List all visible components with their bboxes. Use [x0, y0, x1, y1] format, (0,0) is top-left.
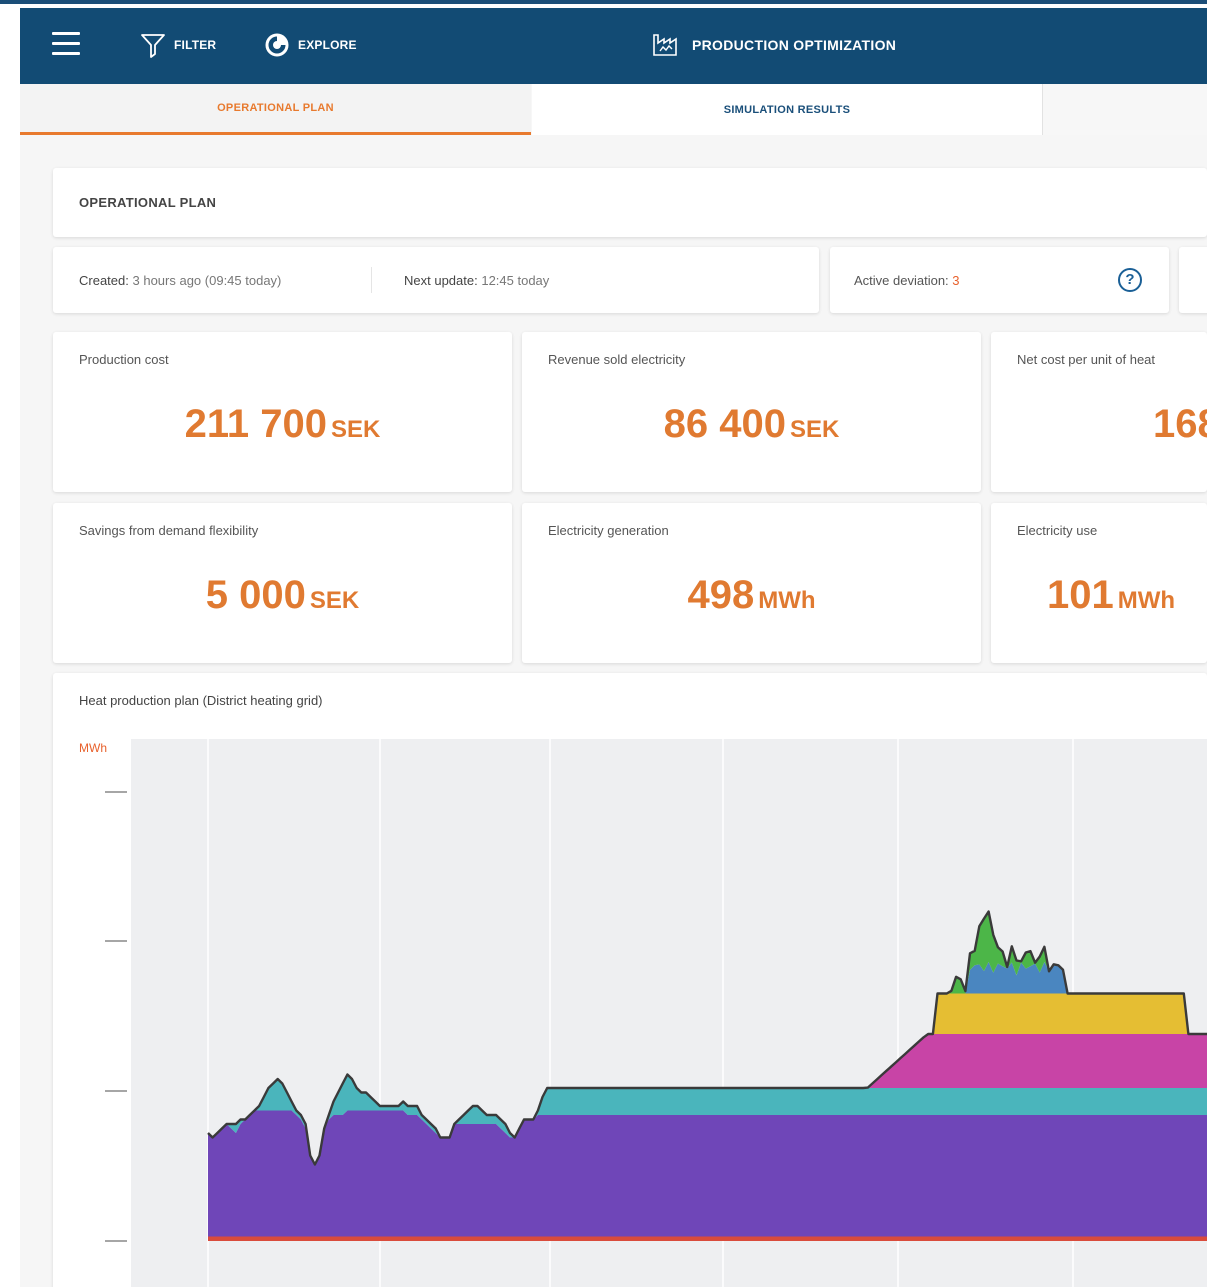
extra-info-card	[1179, 247, 1207, 313]
app-header: FILTER EXPLORE PRODUCTION OPTIMIZATION	[20, 8, 1207, 84]
kpi-unit: SEK	[331, 416, 381, 443]
deviation-card: Active deviation: 3 ?	[830, 247, 1169, 313]
created-value: 3 hours ago (09:45 today)	[132, 273, 282, 288]
kpi-value: 5 000 SEK	[53, 573, 512, 618]
created-info: Created: 3 hours ago (09:45 today)	[79, 273, 281, 288]
explore-icon	[265, 33, 289, 57]
tab-bar: OPERATIONAL PLAN SIMULATION RESULTS	[20, 84, 1207, 135]
tab-label: SIMULATION RESULTS	[723, 103, 851, 116]
kpi-unit: SEK	[309, 587, 360, 614]
kpi-unit: MWh	[1117, 587, 1176, 614]
kpi-card-savings: Savings from demand flexibility 5 000 SEK	[53, 503, 512, 663]
kpi-value: 168	[1153, 402, 1207, 446]
explore-label: EXPLORE	[298, 38, 357, 52]
section-header-card: OPERATIONAL PLAN	[53, 168, 1207, 237]
deviation-value[interactable]: 3	[952, 273, 959, 288]
plan-info-card: Created: 3 hours ago (09:45 today) Next …	[53, 247, 819, 313]
kpi-unit: MWh	[758, 587, 816, 614]
tab-label: OPERATIONAL PLAN	[217, 102, 334, 114]
kpi-label: Production cost	[79, 352, 169, 367]
kpi-card-production-cost: Production cost 211 700 SEK	[53, 332, 512, 492]
kpi-number: 86 400	[663, 402, 786, 446]
kpi-value: 101 MWh	[1047, 573, 1175, 618]
factory-icon	[653, 34, 677, 56]
heat-production-chart-card: Heat production plan (District heating g…	[53, 673, 1207, 1287]
app-window: FILTER EXPLORE PRODUCTION OPTIMIZATION O…	[0, 0, 1207, 1287]
kpi-label: Savings from demand flexibility	[79, 523, 259, 538]
kpi-label: Electricity use	[1017, 523, 1098, 538]
kpi-number: 101	[1047, 573, 1114, 617]
app-title: PRODUCTION OPTIMIZATION	[652, 33, 896, 57]
filter-icon	[141, 34, 165, 58]
created-label: Created:	[79, 273, 129, 288]
next-update-value: 12:45 today	[481, 273, 550, 288]
info-divider	[371, 267, 372, 293]
top-border	[0, 0, 1207, 4]
tab-simulation-results[interactable]: SIMULATION RESULTS	[532, 84, 1042, 135]
next-update-label: Next update:	[404, 273, 478, 288]
app-title-text: PRODUCTION OPTIMIZATION	[692, 37, 897, 53]
explore-button[interactable]: EXPLORE	[264, 32, 357, 58]
next-update-info: Next update: 12:45 today	[404, 273, 549, 288]
hamburger-menu-icon[interactable]	[52, 32, 80, 58]
kpi-value: 211 700 SEK	[53, 402, 512, 447]
deviation-info: Active deviation: 3	[854, 273, 960, 288]
kpi-card-revenue: Revenue sold electricity 86 400 SEK	[522, 332, 981, 492]
purple-area	[208, 1110, 1207, 1237]
kpi-label: Net cost per unit of heat	[1017, 352, 1156, 367]
kpi-card-electricity-generation: Electricity generation 498 MWh	[522, 503, 981, 663]
help-icon[interactable]: ?	[1118, 268, 1142, 292]
main-content: OPERATIONAL PLAN Created: 3 hours ago (0…	[20, 135, 1207, 1287]
kpi-number: 211 700	[184, 402, 328, 446]
filter-label: FILTER	[174, 38, 217, 52]
kpi-value: 498 MWh	[522, 573, 981, 618]
kpi-value: 86 400 SEK	[522, 402, 981, 447]
heat-production-chart	[105, 739, 1207, 1287]
kpi-number: 5 000	[205, 573, 306, 617]
kpi-label: Revenue sold electricity	[548, 352, 686, 367]
tab-operational-plan[interactable]: OPERATIONAL PLAN	[20, 84, 531, 135]
kpi-card-electricity-use: Electricity use 101 MWh	[991, 503, 1207, 663]
section-title: OPERATIONAL PLAN	[79, 195, 217, 210]
kpi-number: 498	[687, 573, 755, 617]
tab-divider	[1042, 84, 1043, 135]
deviation-label: Active deviation:	[854, 273, 949, 288]
kpi-label: Electricity generation	[548, 523, 669, 538]
filter-button[interactable]: FILTER	[140, 32, 216, 58]
red-area	[208, 1236, 1207, 1241]
kpi-unit: SEK	[789, 416, 840, 443]
kpi-card-net-cost: Net cost per unit of heat 168	[991, 332, 1207, 492]
